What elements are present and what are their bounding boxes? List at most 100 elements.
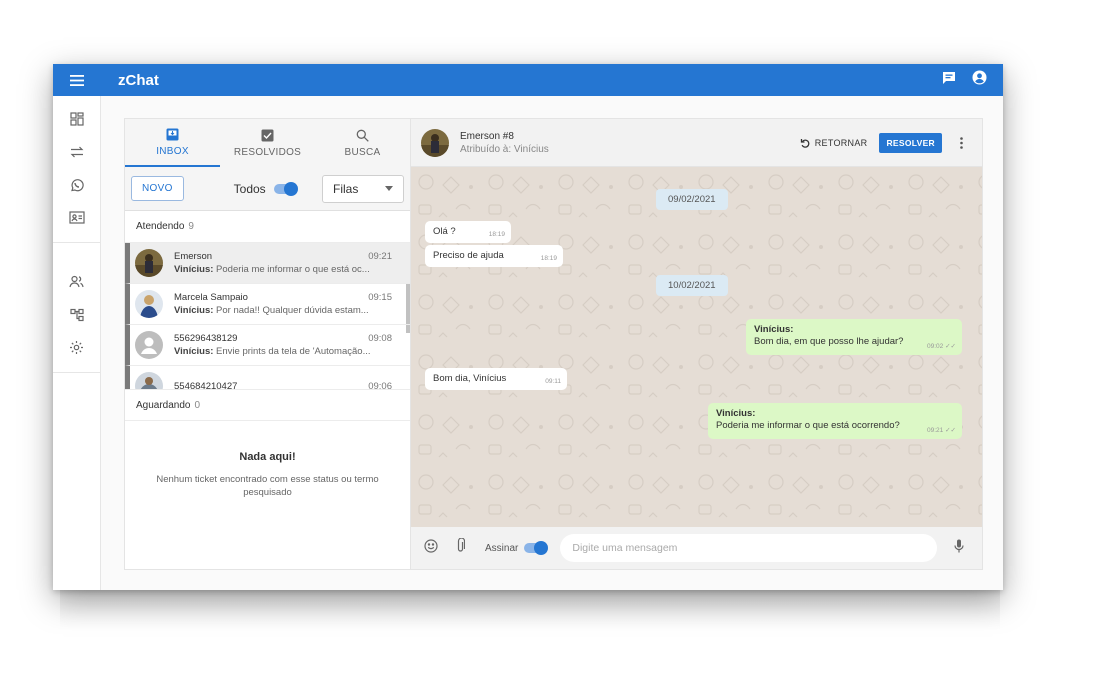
date-separator: 09/02/2021 — [656, 189, 728, 210]
return-label: RETORNAR — [814, 137, 868, 148]
ticket-item[interactable]: 554684210427 09:06 — [125, 366, 410, 389]
tickets-panel: INBOX RESOLVIDOS BUSCA NOVO Todos Filas … — [124, 118, 983, 570]
message-time: 09:11 — [545, 378, 561, 385]
show-all-switch[interactable] — [273, 181, 298, 196]
ticket-item[interactable]: Marcela Sampaio 09:15 Vinícius: Por nada!… — [125, 284, 410, 325]
message-text: Bom dia, Vinícius — [433, 373, 507, 384]
tab-inbox[interactable]: INBOX — [125, 119, 220, 167]
message-text: Preciso de ajuda — [433, 250, 504, 261]
tickets-manager: INBOX RESOLVIDOS BUSCA NOVO Todos Filas … — [125, 119, 411, 569]
ticket-name: 556296438129 — [174, 333, 238, 344]
dropdown-arrow-icon — [385, 186, 393, 191]
message-bubble[interactable]: Bom dia, Vinícius 09:11 — [425, 368, 567, 390]
waiting-header: Aguardando 0 — [125, 389, 410, 421]
sign-toggle[interactable]: Assinar — [485, 541, 549, 555]
message-time: 09:21 ✓✓ — [927, 425, 956, 437]
whatsapp-icon[interactable] — [53, 168, 100, 201]
tab-busca[interactable]: BUSCA — [315, 119, 410, 167]
account-icon[interactable] — [972, 70, 987, 90]
more-vert-icon[interactable] — [954, 136, 968, 149]
attending-list: Emerson 09:21 Vinícius: Poderia me inform… — [125, 243, 410, 389]
ticket-item[interactable]: Emerson 09:21 Vinícius: Poderia me inform… — [125, 243, 410, 284]
message-placeholder: Digite uma mensagem — [572, 542, 678, 554]
avatar — [135, 249, 163, 277]
message-time-value: 09:21 — [927, 427, 944, 434]
transfer-icon[interactable] — [53, 135, 100, 168]
message-author: Vinícius: — [716, 408, 756, 419]
message-time: 09:02 ✓✓ — [927, 341, 956, 353]
attending-count: 9 — [188, 221, 194, 232]
ticket-time: 09:21 — [368, 251, 392, 262]
messages-list[interactable]: 09/02/2021 Olá ? 18:19 Preciso de ajuda … — [411, 167, 982, 527]
emoji-icon[interactable] — [424, 538, 438, 558]
ticket-preview: Envie prints da tela de 'Automação... — [213, 346, 371, 357]
attach-icon[interactable] — [456, 537, 466, 558]
microphone-icon[interactable] — [954, 539, 964, 558]
tab-resolvidos-label: RESOLVIDOS — [233, 146, 302, 158]
tab-resolvidos[interactable]: RESOLVIDOS — [220, 119, 315, 167]
message-input[interactable]: Digite uma mensagem — [560, 534, 938, 562]
message-text: Bom dia, em que posso lhe ajudar? — [754, 336, 904, 347]
message-bubble[interactable]: Vinícius: Poderia me informar o que está… — [708, 403, 962, 439]
contact-avatar[interactable] — [421, 128, 449, 157]
sign-label: Assinar — [485, 542, 519, 554]
contacts-card-icon[interactable] — [53, 201, 100, 234]
inbox-icon — [166, 128, 179, 140]
ticket-item[interactable]: 556296438129 09:08 Vinícius: Envie prints… — [125, 325, 410, 366]
resolve-button[interactable]: RESOLVER — [879, 132, 942, 153]
message-bubble[interactable]: Preciso de ajuda 18:19 — [425, 245, 563, 267]
app-title: zChat — [118, 71, 159, 89]
contact-name: Emerson #8 — [460, 130, 514, 142]
waiting-count: 0 — [194, 399, 201, 411]
queue-select[interactable]: Filas — [322, 174, 404, 203]
ticket-author: Vinícius: — [174, 346, 214, 357]
ticket-name: Marcela Sampaio — [174, 292, 248, 303]
return-button[interactable]: RETORNAR — [800, 138, 868, 148]
attending-label: Atendendo — [136, 221, 185, 232]
message-text: Olá ? — [433, 226, 456, 237]
queues-icon[interactable] — [53, 298, 100, 331]
avatar — [135, 290, 163, 318]
queue-select-label: Filas — [333, 181, 359, 196]
message-text: Poderia me informar o que está ocorrendo… — [716, 420, 900, 431]
settings-icon[interactable] — [53, 331, 100, 364]
contact-info[interactable]: Emerson #8 Atribuído à: Vinícius — [460, 130, 549, 156]
dashboard-icon[interactable] — [53, 102, 100, 135]
date-separator: 10/02/2021 — [656, 275, 728, 296]
chat-panel: Emerson #8 Atribuído à: Vinícius RETORNA… — [411, 119, 982, 569]
side-rail — [53, 96, 101, 590]
tab-inbox-label: INBOX — [156, 145, 189, 157]
ticket-time: 09:15 — [368, 292, 392, 303]
message-bubble[interactable]: Vinícius: Bom dia, em que posso lhe ajud… — [746, 319, 962, 355]
ticket-author: Vinícius: — [174, 305, 214, 316]
users-icon[interactable] — [53, 265, 100, 298]
message-time-value: 09:02 — [927, 343, 944, 350]
tickets-tabs: INBOX RESOLVIDOS BUSCA — [125, 119, 410, 167]
rail-divider — [53, 242, 100, 243]
ticket-name: 554684210427 — [174, 380, 238, 390]
double-check-icon: ✓✓ — [945, 427, 956, 434]
message-bubble[interactable]: Olá ? 18:19 — [425, 221, 511, 243]
assigned-to: Atribuído à: Vinícius — [460, 143, 549, 155]
ticket-name: Emerson — [174, 251, 213, 262]
ticket-preview: Poderia me informar o que está oc... — [213, 264, 370, 275]
menu-icon[interactable] — [53, 64, 101, 96]
waiting-label: Aguardando — [136, 399, 191, 411]
ticket-preview: Por nada!! Qualquer dúvida estam... — [213, 305, 369, 316]
empty-state: Nada aqui! Nenhum ticket encontrado com … — [125, 421, 410, 499]
ticket-author: Vinícius: — [174, 264, 214, 275]
sign-switch[interactable] — [524, 541, 549, 555]
tab-busca-label: BUSCA — [344, 146, 381, 158]
chat-notification-icon[interactable] — [942, 71, 956, 90]
empty-title: Nada aqui! — [239, 451, 296, 463]
show-all-toggle[interactable]: Todos — [234, 181, 298, 196]
new-ticket-button[interactable]: NOVO — [131, 176, 184, 201]
search-icon — [356, 129, 369, 142]
app-bar: zChat — [53, 64, 1003, 96]
double-check-icon: ✓✓ — [945, 343, 956, 350]
avatar — [135, 331, 163, 359]
message-time: 18:19 — [540, 255, 557, 262]
empty-text: Nenhum ticket encontrado com esse status… — [156, 474, 379, 498]
avatar — [135, 372, 163, 389]
app-window: zChat INBOX RESOLVIDOS BUSCA NOVO Todos … — [53, 64, 1003, 590]
